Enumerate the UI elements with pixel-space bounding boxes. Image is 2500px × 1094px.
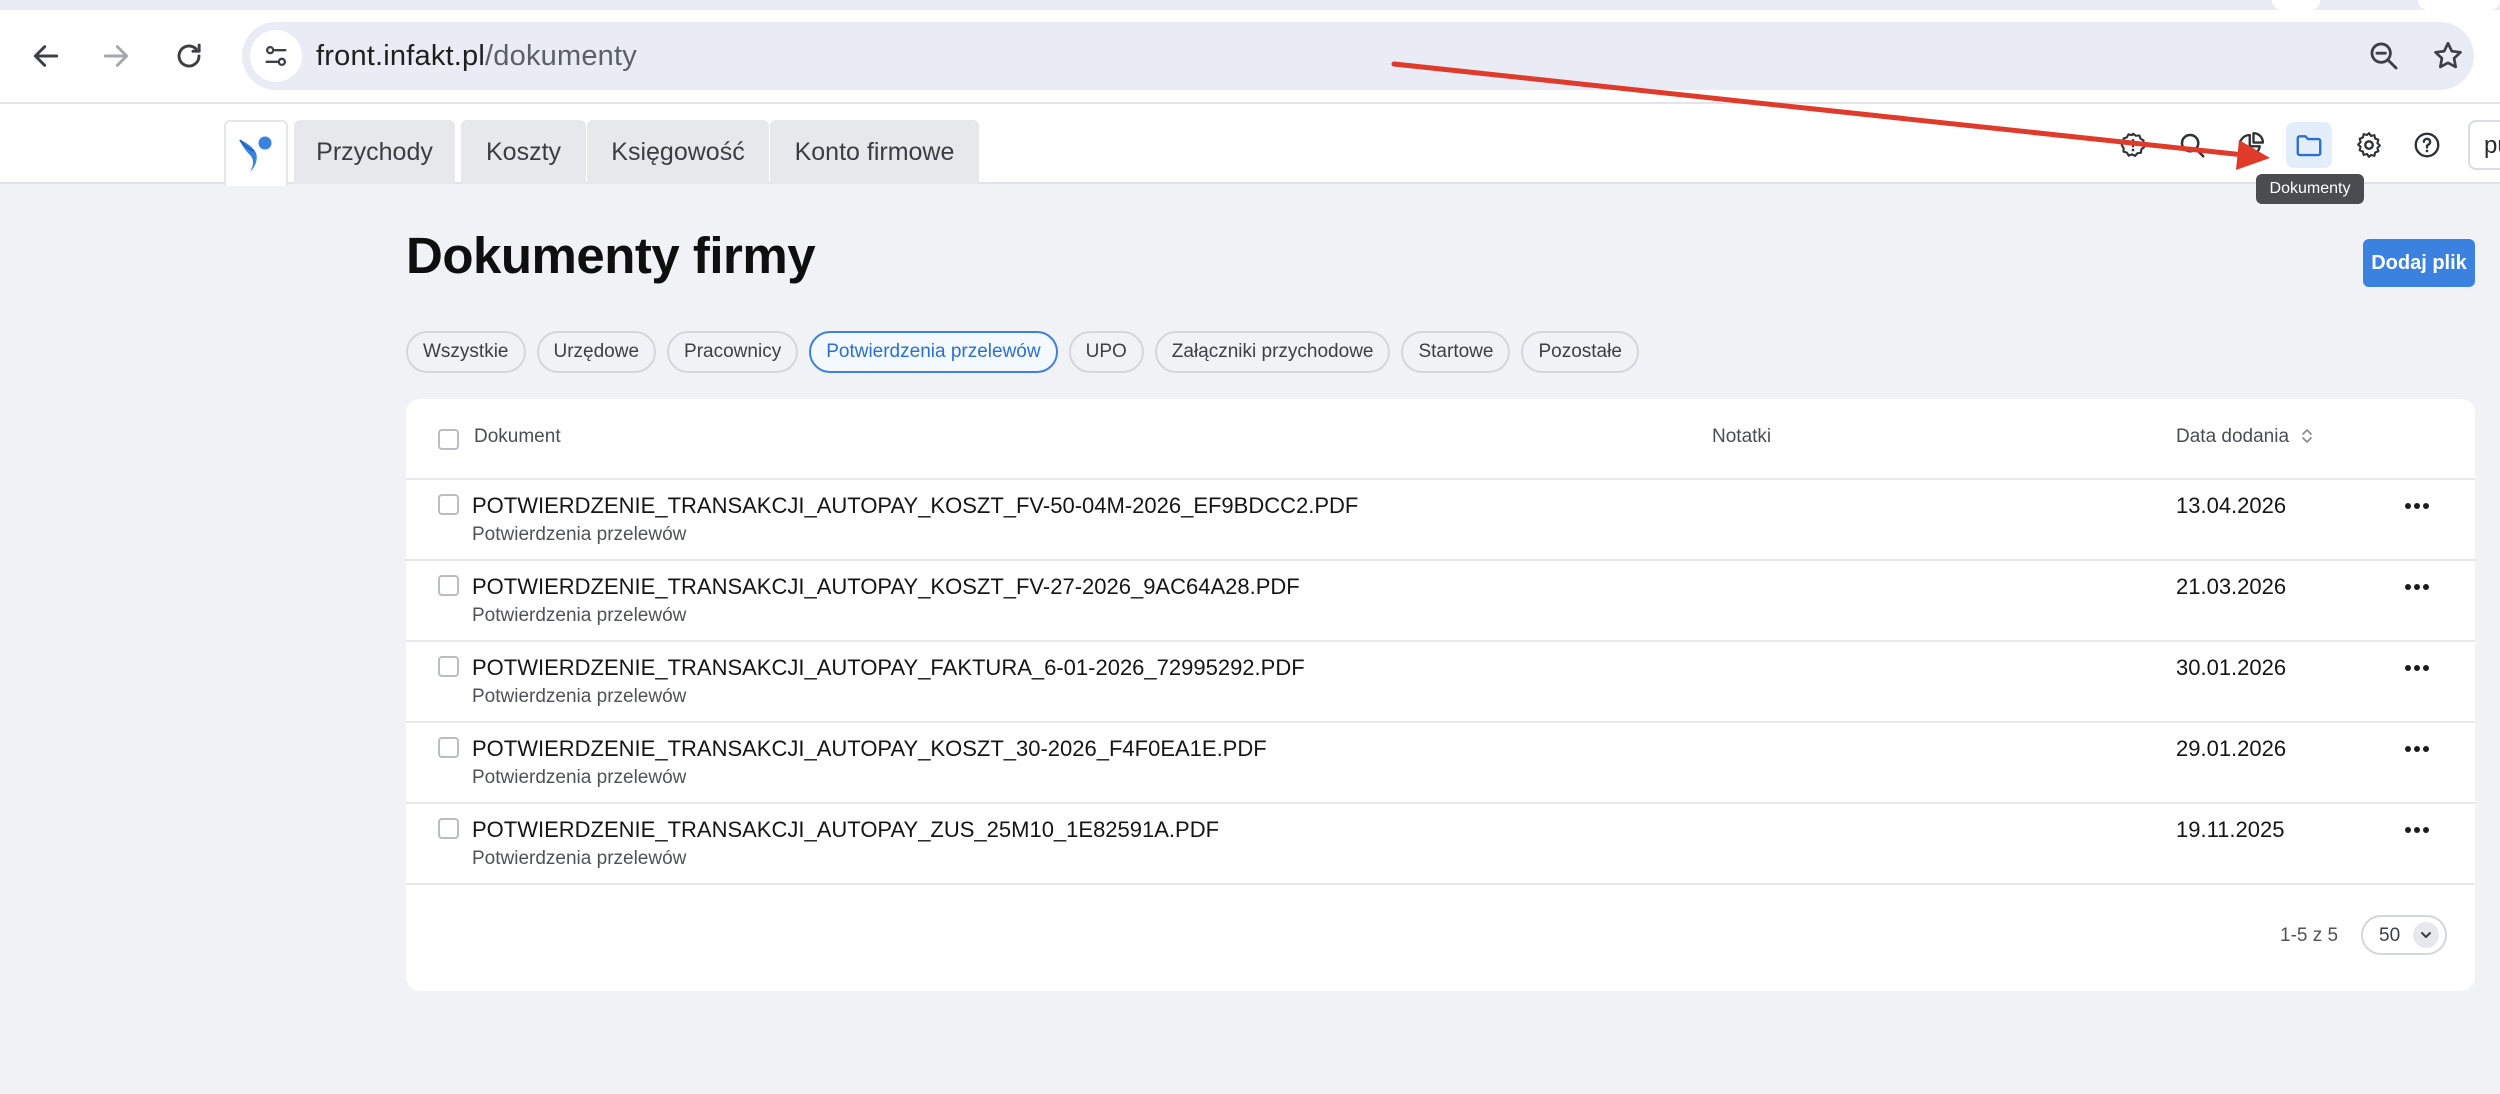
help-button[interactable]: [2404, 122, 2450, 168]
row-actions-button[interactable]: [2402, 496, 2432, 516]
add-file-button[interactable]: Dodaj plik: [2363, 239, 2475, 287]
document-date: 21.03.2026: [2176, 574, 2287, 599]
url-text[interactable]: front.infakt.pl/dokumenty: [316, 40, 637, 73]
table-row[interactable]: POTWIERDZENIE_TRANSAKCJI_AUTOPAY_KOSZT_3…: [406, 723, 2475, 804]
more-icon: [2405, 665, 2429, 671]
row-checkbox[interactable]: [438, 656, 459, 677]
row-actions-button[interactable]: [2402, 739, 2432, 759]
document-date: 13.04.2026: [2176, 493, 2287, 518]
document-name[interactable]: POTWIERDZENIE_TRANSAKCJI_AUTOPAY_FAKTURA…: [472, 655, 1305, 681]
document-date: 29.01.2026: [2176, 736, 2287, 761]
filter-urzedowe[interactable]: Urzędowe: [536, 331, 657, 373]
row-actions-button[interactable]: [2402, 658, 2432, 678]
arrow-right-icon: [103, 45, 129, 67]
more-icon: [2405, 827, 2429, 833]
table-row[interactable]: POTWIERDZENIE_TRANSAKCJI_AUTOPAY_KOSZT_F…: [406, 480, 2475, 561]
nav-tab-koszty[interactable]: Koszty: [461, 120, 586, 184]
document-type: Potwierdzenia przelewów: [472, 524, 687, 545]
table-row[interactable]: POTWIERDZENIE_TRANSAKCJI_AUTOPAY_KOSZT_F…: [406, 561, 2475, 642]
pie-chart-icon: [2238, 131, 2265, 157]
app-header: Przychody Koszty Księgowość Konto firmow…: [0, 104, 2500, 186]
document-filters: Wszystkie Urzędowe Pracownicy Potwierdze…: [406, 331, 1639, 373]
status-button[interactable]: [2110, 122, 2156, 168]
table-row[interactable]: POTWIERDZENIE_TRANSAKCJI_AUTOPAY_FAKTURA…: [406, 642, 2475, 723]
tab-separator: [2272, 0, 2320, 10]
row-actions-button[interactable]: [2402, 820, 2432, 840]
filter-zalaczniki-przychodowe[interactable]: Załączniki przychodowe: [1154, 331, 1391, 373]
row-checkbox[interactable]: [438, 575, 459, 596]
zoom-button[interactable]: [2364, 36, 2404, 76]
bird-logo-icon: [239, 136, 272, 172]
sort-icon: [2302, 429, 2313, 443]
filter-startowe[interactable]: Startowe: [1401, 331, 1511, 373]
table-row[interactable]: POTWIERDZENIE_TRANSAKCJI_AUTOPAY_ZUS_25M…: [406, 804, 2475, 885]
document-date: 30.01.2026: [2176, 655, 2287, 680]
documents-button[interactable]: [2286, 122, 2332, 168]
nav-tab-przychody[interactable]: Przychody: [294, 120, 455, 184]
reports-button[interactable]: [2228, 122, 2274, 168]
page-size-select[interactable]: 50: [2361, 915, 2447, 955]
filter-upo[interactable]: UPO: [1068, 331, 1144, 373]
reload-icon: [177, 43, 201, 68]
tune-icon: [265, 45, 287, 67]
more-icon: [2405, 503, 2429, 509]
site-info-button[interactable]: [250, 30, 302, 82]
documents-table: Dokument Notatki Data dodania POTWIERDZE…: [406, 399, 2475, 991]
zoom-out-icon: [2370, 42, 2398, 70]
document-name[interactable]: POTWIERDZENIE_TRANSAKCJI_AUTOPAY_KOSZT_3…: [472, 736, 1267, 762]
document-type: Potwierdzenia przelewów: [472, 686, 687, 707]
address-bar[interactable]: front.infakt.pl/dokumenty: [242, 22, 2474, 90]
help-icon: [2414, 132, 2440, 158]
tab-separator: [2418, 0, 2500, 10]
bookmark-button[interactable]: [2428, 36, 2468, 76]
row-checkbox[interactable]: [438, 494, 459, 515]
url-host: front.infakt.pl: [316, 40, 486, 72]
browser-toolbar: front.infakt.pl/dokumenty: [0, 0, 2500, 104]
settings-button[interactable]: [2346, 122, 2392, 168]
pagination-summary: 1-5 z 5: [2280, 925, 2339, 946]
column-date-added-label: Data dodania: [2176, 426, 2290, 447]
select-all-checkbox[interactable]: [438, 429, 459, 450]
row-checkbox[interactable]: [438, 737, 459, 758]
page-size-value: 50: [2379, 925, 2401, 946]
document-name[interactable]: POTWIERDZENIE_TRANSAKCJI_AUTOPAY_ZUS_25M…: [472, 817, 1219, 843]
search-icon: [2180, 133, 2205, 158]
documents-tooltip: Dokumenty: [2256, 174, 2364, 204]
filter-pracownicy[interactable]: Pracownicy: [667, 331, 799, 373]
url-path: /dokumenty: [485, 40, 637, 72]
document-type: Potwierdzenia przelewów: [472, 767, 687, 788]
document-date: 19.11.2025: [2176, 817, 2285, 842]
user-menu[interactable]: pu: [2468, 120, 2500, 170]
search-button[interactable]: [2169, 122, 2215, 168]
document-name[interactable]: POTWIERDZENIE_TRANSAKCJI_AUTOPAY_KOSZT_F…: [472, 493, 1358, 519]
status-icon: [2120, 132, 2146, 157]
gear-icon: [2357, 132, 2381, 158]
page-title: Dokumenty firmy: [406, 227, 816, 284]
browser-tabstrip: [0, 0, 2500, 10]
chevron-down-icon: [2413, 922, 2439, 948]
forward-button[interactable]: [90, 30, 142, 82]
column-notes: Notatki: [1712, 426, 1772, 447]
document-name[interactable]: POTWIERDZENIE_TRANSAKCJI_AUTOPAY_KOSZT_F…: [472, 574, 1300, 600]
document-type: Potwierdzenia przelewów: [472, 605, 687, 626]
reload-button[interactable]: [163, 30, 215, 82]
folder-icon: [2296, 135, 2322, 157]
table-header: Dokument Notatki Data dodania: [406, 399, 2475, 480]
more-icon: [2405, 584, 2429, 590]
row-actions-button[interactable]: [2402, 577, 2432, 597]
more-icon: [2405, 746, 2429, 752]
arrow-left-icon: [33, 45, 59, 67]
filter-pozostale[interactable]: Pozostałe: [1521, 331, 1639, 373]
app-logo[interactable]: [224, 120, 288, 186]
nav-tab-ksiegowosc[interactable]: Księgowość: [587, 120, 769, 184]
row-checkbox[interactable]: [438, 818, 459, 839]
filter-potwierdzenia-przelewow[interactable]: Potwierdzenia przelewów: [809, 331, 1058, 373]
back-button[interactable]: [20, 30, 72, 82]
star-icon: [2434, 41, 2462, 69]
nav-tab-konto-firmowe[interactable]: Konto firmowe: [770, 120, 979, 184]
column-document: Dokument: [474, 426, 561, 447]
document-type: Potwierdzenia przelewów: [472, 848, 687, 869]
column-date-added[interactable]: Data dodania: [2176, 426, 2314, 448]
filter-wszystkie[interactable]: Wszystkie: [406, 331, 526, 373]
